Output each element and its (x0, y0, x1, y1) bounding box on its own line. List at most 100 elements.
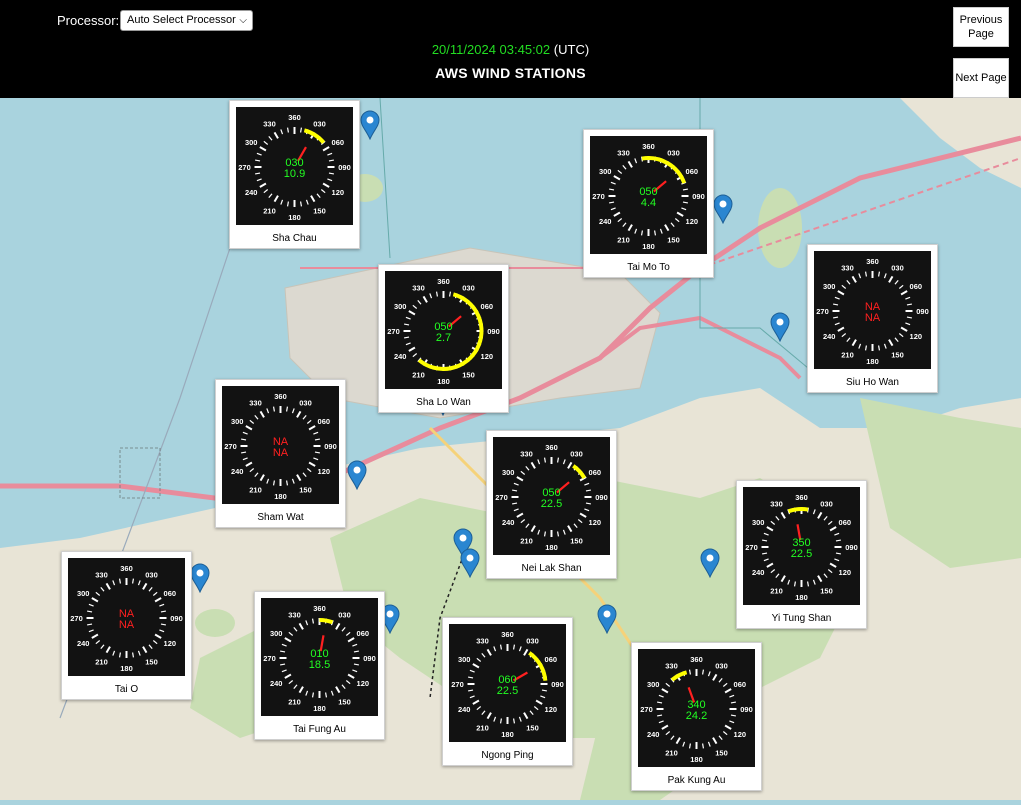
dial-label: 240 (823, 332, 836, 341)
dial-label: 120 (481, 352, 494, 361)
dial-tick (835, 539, 841, 542)
dial-label: 330 (95, 571, 108, 580)
dial-tick (543, 457, 547, 463)
station-card[interactable]: 360 030 060 090 120 150 180 210 240 270 300 330 010 1… (254, 591, 385, 740)
dial-label: 180 (288, 213, 301, 222)
dial-label: 120 (686, 217, 699, 226)
dial-label: 360 (274, 392, 287, 401)
dial-label: 270 (745, 543, 758, 552)
dial-tick (468, 689, 474, 692)
timestamp-timezone: (UTC) (553, 42, 590, 57)
dial-tick (688, 743, 692, 749)
dial-tick (730, 701, 736, 704)
dial-label: 150 (820, 586, 833, 595)
dial-label: 330 (617, 149, 630, 158)
previous-page-button[interactable]: Previous Page (953, 7, 1009, 47)
map-pin-icon[interactable] (347, 460, 367, 490)
dial-tick (272, 406, 276, 412)
dial-label: 180 (866, 357, 879, 366)
dial-label: 300 (823, 282, 836, 291)
map-pin-icon[interactable] (460, 548, 480, 578)
dial-label: 030 (667, 149, 680, 158)
station-card[interactable]: 360 030 060 090 120 150 180 210 240 270 300 330 050 4… (583, 129, 714, 278)
map-pin-icon[interactable] (770, 312, 790, 342)
dial-tick (160, 623, 166, 626)
wind-speed-value: 22.5 (541, 498, 562, 510)
dial-tick (640, 230, 644, 236)
map-pin-icon[interactable] (700, 548, 720, 578)
dial-tick (541, 689, 547, 692)
dial-label: 150 (313, 206, 326, 215)
dial-label: 060 (589, 468, 602, 477)
page-title: AWS WIND STATIONS (435, 65, 586, 81)
timestamp-value: 20/11/2024 03:45:02 (431, 42, 551, 57)
map-pin-icon[interactable] (190, 563, 210, 593)
dial-label: 060 (734, 680, 747, 689)
station-card[interactable]: 360 030 060 090 120 150 180 210 240 270 300 330 NA NA… (61, 551, 192, 700)
dial-tick (556, 531, 560, 537)
station-card[interactable]: 360 030 060 090 120 150 180 210 240 270 300 330 340 2… (631, 642, 762, 791)
dial-label: 180 (501, 730, 514, 739)
station-card[interactable]: 360 030 060 090 120 150 180 210 240 270 300 330 050 2… (486, 430, 617, 579)
dial-tick (864, 345, 868, 351)
dial-tick (657, 701, 663, 704)
wind-speed-value: 22.5 (497, 685, 518, 697)
dial-tick (585, 489, 591, 492)
dial-label: 300 (270, 629, 283, 638)
station-card[interactable]: 360 030 060 090 120 150 180 210 240 270 300 330 050 2… (378, 264, 509, 413)
dial-tick (653, 230, 657, 236)
wind-speed-value: NA (119, 619, 135, 631)
dial-label: 060 (481, 302, 494, 311)
dial-label: 270 (224, 442, 237, 451)
wind-speed-value: NA (273, 447, 289, 459)
station-card[interactable]: 360 030 060 090 120 150 180 210 240 270 300 330 NA NA… (807, 244, 938, 393)
dial-tick (87, 610, 93, 613)
dial-tick (280, 650, 286, 653)
next-page-button[interactable]: Next Page (953, 58, 1009, 98)
dial-label: 300 (231, 417, 244, 426)
dial-label: 240 (647, 730, 660, 739)
dial-tick (585, 502, 591, 505)
processor-select[interactable]: Auto Select Processor ⌵ (120, 10, 253, 31)
dial-tick (730, 714, 736, 717)
dial-label: 120 (589, 518, 602, 527)
dial-label: 180 (274, 492, 287, 501)
wind-dial: 3600300600901201501802102402703003300101… (261, 598, 378, 716)
map-pin-icon[interactable] (597, 604, 617, 634)
dial-tick (688, 669, 692, 675)
dial-tick (682, 201, 688, 204)
dial-label: 240 (245, 188, 258, 197)
dial-label: 270 (451, 680, 464, 689)
dial-label: 210 (841, 350, 854, 359)
dial-tick (131, 578, 135, 584)
dial-label: 240 (231, 467, 244, 476)
map-pin-icon[interactable] (360, 110, 380, 140)
station-card[interactable]: 360 030 060 090 120 150 180 210 240 270 300 330 060 2… (442, 617, 573, 766)
dial-label: 060 (164, 589, 177, 598)
dial-tick (285, 480, 289, 486)
dial-label: 270 (263, 654, 276, 663)
dial-label: 090 (740, 705, 753, 714)
timestamp: 20/11/2024 03:45:02 (UTC) (0, 42, 1021, 57)
station-card[interactable]: 360 030 060 090 120 150 180 210 240 270 300 330 030 1… (229, 100, 360, 249)
dial-tick (682, 188, 688, 191)
wind-speed-value: 2.7 (436, 332, 451, 344)
dial-label: 180 (690, 755, 703, 764)
dial-label: 210 (770, 586, 783, 595)
dial-tick (448, 291, 452, 297)
station-card[interactable]: 360 030 060 090 120 150 180 210 240 270 300 330 350 2… (736, 480, 867, 629)
dial-label: 240 (599, 217, 612, 226)
dial-label: 180 (313, 704, 326, 713)
map-pin-icon[interactable] (713, 194, 733, 224)
dial-label: 240 (502, 518, 515, 527)
dial-label: 120 (318, 467, 331, 476)
wind-dial: 3600300600901201501802102402703003300502… (493, 437, 610, 555)
processor-select-value: Auto Select Processor (127, 14, 236, 26)
station-card[interactable]: 360 030 060 090 120 150 180 210 240 270 300 330 NA NA… (215, 379, 346, 528)
dial-label: 090 (551, 680, 564, 689)
dial-label: 240 (394, 352, 407, 361)
dial-tick (118, 578, 122, 584)
dial-label: 030 (338, 611, 351, 620)
dial-tick (877, 271, 881, 277)
wind-speed-value: 22.5 (791, 548, 812, 560)
